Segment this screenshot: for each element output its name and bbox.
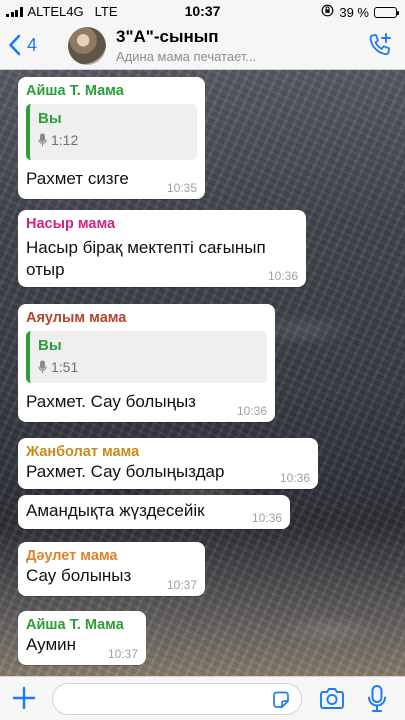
quoted-voice-message[interactable]: Вы 1:51 <box>26 331 267 383</box>
message-sender: Айша Т. Мама <box>26 617 124 633</box>
quote-author: Вы <box>38 110 62 127</box>
composer-bar <box>0 676 405 720</box>
message-text: Рахмет. Сау болыңыздар <box>26 462 225 481</box>
sticker-icon <box>273 691 289 708</box>
typing-status: Адина мама печатает... <box>116 49 257 64</box>
message-bubble[interactable]: Дәулет мама Сау болыныз 10:37 <box>18 542 205 596</box>
message-bubble[interactable]: Айша Т. Мама Вы 1:12 Рахмет сизге 10:35 <box>18 77 205 199</box>
quote-voice-info: 1:12 <box>38 132 189 148</box>
message-bubble[interactable]: Насыр мама Насыр бірақ мектепті сағынып … <box>18 210 306 287</box>
sticker-button[interactable] <box>271 690 291 715</box>
back-chevron-icon <box>9 34 21 56</box>
back-count: 4 <box>27 34 38 55</box>
message-bubble[interactable]: Аяулым мама Вы 1:51 Рахмет. Сау болыңыз … <box>18 304 275 422</box>
voice-mic-icon <box>38 133 47 147</box>
add-participant-call-icon <box>369 33 391 55</box>
message-text-line: отыр <box>26 260 65 279</box>
message-sender: Дәулет мама <box>26 548 118 564</box>
message-bubble[interactable]: Амандықта жүздесейік 10:36 <box>18 495 290 529</box>
battery-percent: 39 % <box>339 4 369 20</box>
message-time: 10:36 <box>267 269 298 283</box>
message-time: 10:37 <box>166 578 197 592</box>
message-time: 10:36 <box>279 471 310 485</box>
chat-header: 4 3"А"-сынып Адина мама печатает... <box>0 22 405 70</box>
voice-mic-icon <box>38 360 47 374</box>
voice-record-button[interactable] <box>366 684 388 719</box>
message-text-line: Насыр бірақ мектепті сағынып <box>26 238 266 257</box>
back-button[interactable]: 4 <box>8 34 37 56</box>
microphone-icon <box>368 685 386 712</box>
message-time: 10:36 <box>251 511 282 525</box>
message-sender: Жанболат мама <box>26 444 140 460</box>
status-bar: ALTEL4G LTE 10:37 39 % <box>0 0 405 22</box>
message-bubble[interactable]: Айша Т. Мама Аумин 10:37 <box>18 611 146 665</box>
plus-icon <box>12 686 36 710</box>
quote-duration: 1:12 <box>51 132 79 148</box>
camera-icon <box>320 688 344 709</box>
attach-button[interactable] <box>10 684 38 717</box>
add-participant-call-button[interactable] <box>367 32 393 63</box>
quote-author: Вы <box>38 337 62 354</box>
quote-voice-info: 1:51 <box>38 359 259 375</box>
camera-button[interactable] <box>318 687 346 716</box>
message-sender: Айша Т. Мама <box>26 83 124 99</box>
lock-rotation-icon <box>321 4 334 20</box>
quoted-voice-message[interactable]: Вы 1:12 <box>26 104 197 160</box>
message-time: 10:36 <box>236 404 267 418</box>
message-text: Рахмет. Сау болыңыз <box>26 392 196 411</box>
chat-title[interactable]: 3"А"-сынып <box>116 27 219 47</box>
message-bubble[interactable]: Жанболат мама Рахмет. Сау болыңыздар 10:… <box>18 438 318 489</box>
message-sender: Насыр мама <box>26 216 116 232</box>
battery-icon <box>374 6 399 18</box>
status-right: 39 % <box>321 4 399 20</box>
message-time: 10:37 <box>107 647 138 661</box>
quote-duration: 1:51 <box>51 359 79 375</box>
message-sender: Аяулым мама <box>26 310 127 326</box>
message-text: Амандықта жүздесейік <box>26 501 205 520</box>
group-avatar[interactable] <box>68 27 106 65</box>
message-input[interactable] <box>52 683 302 715</box>
message-time: 10:35 <box>166 181 197 195</box>
